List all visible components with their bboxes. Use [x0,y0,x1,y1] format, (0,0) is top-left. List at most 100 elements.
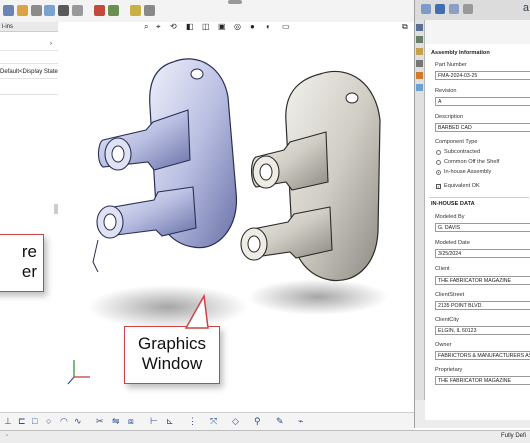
owner-field[interactable]: FABRICTORS & MANUFACTURERS ASS [435,351,530,360]
tab-icon-4[interactable] [416,60,423,67]
radio-subcontracted[interactable] [436,150,441,155]
hide-show-icon[interactable]: ◎ [234,22,241,31]
model-viewport[interactable] [58,22,414,412]
line-tool-icon[interactable]: ⊏ [18,416,26,427]
blue-part[interactable] [92,58,238,273]
file-explorer-icon[interactable] [463,4,473,14]
panel-row[interactable] [0,51,58,64]
sketch-tool-icon[interactable]: ⊥ [4,416,12,427]
description-label: Description [435,114,463,120]
view-settings-icon[interactable]: ▭ [282,22,290,31]
folder-tab-icon[interactable] [416,48,423,55]
feature-manager-tab[interactable]: l-ins [0,22,58,32]
graphics-window-callout: Graphics Window [124,326,220,384]
arc-tool-icon[interactable]: ◠ [60,416,68,427]
revision-field[interactable]: A [435,97,530,106]
rectangle-tool-icon[interactable]: □ [32,416,37,426]
rebuild-icon[interactable] [94,5,105,16]
feature-manager-tab-label: l-ins [2,24,14,30]
panel-row[interactable] [0,82,58,95]
status-left-icon: ◦ [6,433,9,439]
section-view-icon[interactable]: ◧ [186,22,194,31]
config-text: Default<Display State [0,69,58,75]
feature-manager-callout: re er [0,234,44,292]
trim-tool-icon[interactable]: ✂ [96,416,104,427]
divider [429,197,529,198]
view-orientation-icon[interactable]: ◫ [202,22,210,31]
tab-icon-2[interactable] [416,36,423,43]
radio-in-house-assembly-label: In-house Assembly [444,169,492,175]
custom-properties-icon[interactable] [435,4,445,14]
equivalent-checkbox[interactable]: ✓ [436,184,441,189]
save-icon[interactable] [31,5,42,16]
left-callout-line-2: er [21,262,37,281]
zoom-to-fit-icon[interactable]: ⌕ [144,22,148,32]
repair-sketch-icon[interactable]: ✎ [276,416,284,427]
client-city-field[interactable]: ELGIN, IL 60123 [435,326,530,335]
collapse-arrow-icon[interactable]: › [50,38,52,50]
callout-pointer [184,293,209,329]
options-icon[interactable] [108,5,119,16]
graphics-window[interactable]: Graphics Window [58,22,414,412]
modeled-date-field[interactable]: 3/25/2024 [435,249,530,258]
tab-icon-6[interactable] [416,84,423,91]
component-type-label: Component Type [435,139,478,145]
proprietary-field[interactable]: THE FABRICATOR MAGAZINE [435,376,530,385]
top-right-partial: a [522,2,529,14]
offset-tool-icon[interactable]: ⧈ [128,416,134,427]
previous-view-icon[interactable]: ⟲ [170,22,177,31]
modeled-date-label: Modeled Date [435,240,470,246]
pattern-tool-icon[interactable]: ⋮ [188,416,197,427]
bottom-toolbar: ⊥ ⊏ □ ○ ◠ ∿ ✂ ⇋ ⧈ ⊢ ⊾ ⋮ ⤧ ◇ ⚲ ✎ ⌁ [0,412,414,431]
heads-up-view-toolbar: ⌕ ⌖ ⟲ ◧ ◫ ▣ ◎ ● ◐ ▭ ⧉ [140,22,410,32]
grey-part-shadow [248,279,388,315]
task-pane-toolbar: a [415,0,530,21]
appearance-tab-icon[interactable] [416,72,423,79]
move-tool-icon[interactable]: ⤧ [210,416,217,427]
restore-window-icon[interactable]: ⧉ [402,22,408,32]
window-control-icon[interactable] [228,0,242,4]
display-style-icon[interactable]: ▣ [218,22,226,31]
description-field[interactable]: BARBED CAD [435,123,530,132]
radio-common-off-the-shelf[interactable] [436,160,441,165]
config-row[interactable]: Default<Display State [0,66,58,79]
radio-subcontracted-label: Subcontracted [444,149,481,155]
part-number-field[interactable]: FMA-2024-03-25 [435,71,530,80]
radio-in-house-assembly[interactable] [436,170,441,175]
quick-snaps-icon[interactable]: ⌁ [298,416,303,427]
client-label: CIient [435,266,450,272]
client-street-field[interactable]: 2135 POINT BLVD. [435,301,530,310]
panel-row[interactable]: › [0,38,58,51]
modeled-by-field[interactable]: G. DAVIS [435,223,530,232]
mirror-tool-icon[interactable]: ⇋ [112,416,120,427]
display-relations-icon[interactable]: ⚲ [254,416,261,427]
print-icon[interactable] [44,5,55,16]
smart-dimension-icon[interactable]: ◇ [232,416,239,427]
dropdown-icon[interactable] [72,5,83,16]
task-pane: a Assembly Information Part Number FMA-2… [414,0,530,428]
new-document-icon[interactable] [3,5,14,16]
proprietary-label: Proprietary [435,367,463,373]
feature-manager-panel: l-ins › Default<Display State [0,22,59,420]
status-text: Fully Defi [500,433,526,439]
select-icon[interactable] [130,5,141,16]
zoom-area-icon[interactable]: ⌖ [156,22,161,32]
radio-common-off-the-shelf-label: Common Off the Shelf [444,159,500,165]
scene-icon[interactable]: ◐ [266,22,271,31]
dimension-tool-icon[interactable]: ⊾ [166,416,174,427]
tab-icon-1[interactable] [416,24,423,31]
view-triad-icon [67,360,90,385]
custom-properties-form: Assembly Information Part Number FMA-202… [425,44,530,420]
inhouse-header: IN-HOUSE DATA [431,201,475,207]
grey-part[interactable] [240,70,381,282]
spline-tool-icon[interactable]: ∿ [74,416,82,427]
design-library-icon[interactable] [449,4,459,14]
camera-icon[interactable] [58,5,69,16]
circle-tool-icon[interactable]: ○ [46,416,51,426]
resources-icon[interactable] [421,4,431,14]
open-folder-icon[interactable] [17,5,28,16]
undo-icon[interactable] [144,5,155,16]
client-field[interactable]: THE FABRICATOR MAGAZINE [435,276,530,285]
relations-tool-icon[interactable]: ⊢ [150,416,158,427]
edit-appearance-icon[interactable]: ● [250,22,255,31]
